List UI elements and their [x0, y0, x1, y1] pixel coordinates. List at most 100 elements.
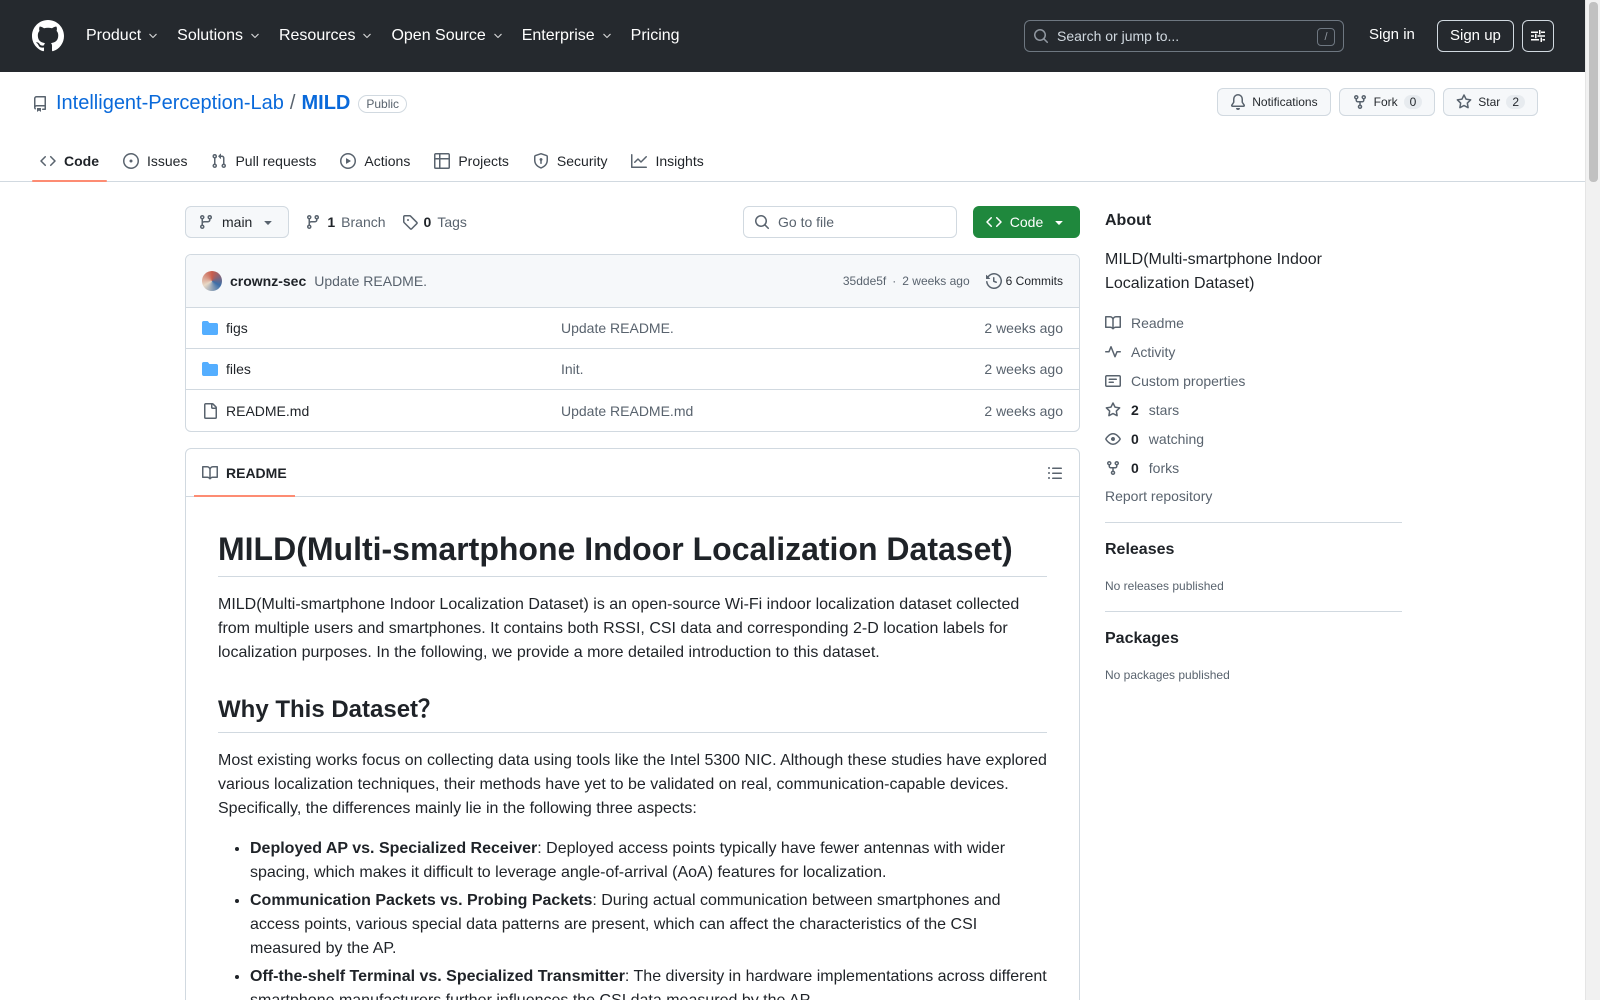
commit-author-link[interactable]: crownz-sec — [230, 273, 306, 289]
settings-menu-button[interactable] — [1522, 20, 1554, 52]
fork-icon — [1353, 95, 1366, 110]
commit-hash-link[interactable]: 35dde5f — [843, 274, 886, 288]
tab-code[interactable]: Code — [32, 140, 107, 182]
shield-icon — [533, 153, 548, 169]
file-name-link[interactable]: figs — [226, 320, 248, 336]
nav-pricing[interactable]: Pricing — [631, 27, 680, 45]
list-item-bold: Communication Packets vs. Probing Packet… — [250, 892, 593, 909]
file-row[interactable]: README.md Update README.md 2 weeks ago — [186, 390, 1079, 431]
repo-tabs: Code Issues Pull requests Actions Projec… — [32, 140, 720, 182]
report-repository-link[interactable]: Report repository — [1105, 488, 1402, 504]
file-icon — [204, 402, 217, 419]
readme-link[interactable]: Readme — [1105, 308, 1402, 337]
avatar[interactable] — [202, 271, 222, 291]
file-commit-message[interactable]: Update README. — [561, 320, 674, 336]
watching-link[interactable]: 0 watching — [1105, 424, 1402, 453]
page-scrollbar[interactable] — [1585, 0, 1600, 1000]
scrollbar-thumb[interactable] — [1589, 2, 1598, 182]
tab-projects[interactable]: Projects — [426, 140, 517, 182]
packages-heading[interactable]: Packages — [1105, 630, 1402, 648]
tag-count: 0 — [423, 214, 432, 230]
search-icon — [755, 215, 770, 230]
chevron-down-icon — [602, 33, 611, 39]
list-icon[interactable] — [1047, 465, 1063, 481]
readme-link-label: Readme — [1131, 314, 1184, 331]
readme-header: README — [186, 449, 1079, 497]
branches-link[interactable]: 1 Branch — [305, 214, 386, 230]
global-nav: Product Solutions Resources Open Source … — [86, 27, 698, 45]
search-placeholder: Search or jump to... — [1057, 28, 1180, 44]
nav-enterprise[interactable]: Enterprise — [522, 27, 613, 45]
file-name-link[interactable]: files — [226, 361, 251, 377]
readme-tab[interactable]: README — [194, 449, 295, 497]
readme-tab-label: README — [226, 464, 287, 481]
nav-open-source[interactable]: Open Source — [391, 27, 503, 45]
issue-icon — [123, 153, 139, 169]
file-name-link[interactable]: README.md — [226, 403, 309, 419]
table-icon — [434, 153, 451, 169]
divider — [1105, 611, 1402, 612]
stars-link[interactable]: 2 stars — [1105, 395, 1402, 424]
go-to-file-input[interactable]: Go to file — [743, 206, 957, 238]
readme-content: MILD(Multi-smartphone Indoor Localizatio… — [186, 531, 1079, 1000]
tag-label: Tags — [437, 214, 467, 230]
repo-actions: Notifications Fork 0 Star 2 — [1217, 88, 1538, 116]
notifications-label: Notifications — [1252, 95, 1318, 109]
tab-pull-requests[interactable]: Pull requests — [203, 140, 324, 182]
search-input[interactable]: Search or jump to... / — [1024, 20, 1344, 52]
pulse-icon — [1105, 345, 1121, 357]
notifications-button[interactable]: Notifications — [1217, 88, 1331, 116]
star-count: 2 — [1506, 95, 1525, 109]
forks-link[interactable]: 0 forks — [1105, 453, 1402, 482]
tab-actions[interactable]: Actions — [332, 140, 418, 182]
divider — [1105, 522, 1402, 523]
repo-owner-link[interactable]: Intelligent-Perception-Lab — [56, 92, 284, 115]
fork-button[interactable]: Fork 0 — [1338, 88, 1436, 116]
star-button[interactable]: Star 2 — [1443, 88, 1538, 116]
file-row[interactable]: figs Update README. 2 weeks ago — [186, 308, 1079, 349]
repo-path-separator: / — [289, 92, 296, 114]
releases-heading[interactable]: Releases — [1105, 541, 1402, 559]
fork-icon — [1107, 460, 1119, 475]
branch-selector[interactable]: main — [185, 206, 290, 238]
repo-name-link[interactable]: MILD — [301, 92, 350, 115]
fork-label: Fork — [1373, 95, 1398, 109]
bell-icon — [1231, 94, 1246, 110]
eye-icon — [1105, 432, 1121, 445]
note-icon — [1105, 374, 1121, 387]
pull-request-icon — [212, 153, 227, 169]
search-icon — [1034, 29, 1049, 44]
commits-link[interactable]: 6 Commits — [985, 273, 1063, 289]
search-shortcut-key: / — [1317, 28, 1335, 46]
nav-product[interactable]: Product — [86, 27, 159, 45]
tab-insights[interactable]: Insights — [623, 140, 711, 182]
graph-icon — [631, 154, 648, 168]
tags-link[interactable]: 0 Tags — [402, 214, 467, 230]
file-commit-message[interactable]: Init. — [561, 361, 584, 377]
github-logo-icon[interactable] — [32, 20, 64, 52]
nav-solutions[interactable]: Solutions — [177, 27, 261, 45]
tab-label: Code — [64, 153, 99, 169]
caret-down-icon — [1055, 221, 1063, 225]
about-links: Readme Activity Custom properties 2 stars… — [1105, 308, 1402, 482]
repository-header: Intelligent-Perception-Lab / MILD Public… — [0, 72, 1585, 182]
sign-up-button[interactable]: Sign up — [1437, 20, 1514, 52]
tag-icon — [402, 215, 418, 230]
file-row[interactable]: files Init. 2 weeks ago — [186, 349, 1079, 390]
readme-list: Deployed AP vs. Specialized Receiver: De… — [218, 837, 1047, 1000]
file-date: 2 weeks ago — [984, 361, 1063, 377]
nav-resources[interactable]: Resources — [279, 27, 373, 45]
readme-section-heading: Why This Dataset？ — [218, 689, 1047, 733]
latest-commit: crownz-sec Update README. 35dde5f · 2 we… — [186, 255, 1079, 308]
activity-link[interactable]: Activity — [1105, 337, 1402, 366]
file-commit-message[interactable]: Update README.md — [561, 403, 693, 419]
tab-security[interactable]: Security — [525, 140, 616, 182]
chevron-down-icon — [493, 33, 502, 39]
custom-properties-link[interactable]: Custom properties — [1105, 366, 1402, 395]
commit-message-link[interactable]: Update README. — [314, 273, 427, 289]
code-button[interactable]: Code — [973, 206, 1080, 238]
sign-in-link[interactable]: Sign in — [1369, 26, 1415, 43]
code-icon — [986, 216, 1002, 228]
list-item: Communication Packets vs. Probing Packet… — [250, 889, 1047, 961]
tab-issues[interactable]: Issues — [115, 140, 195, 182]
